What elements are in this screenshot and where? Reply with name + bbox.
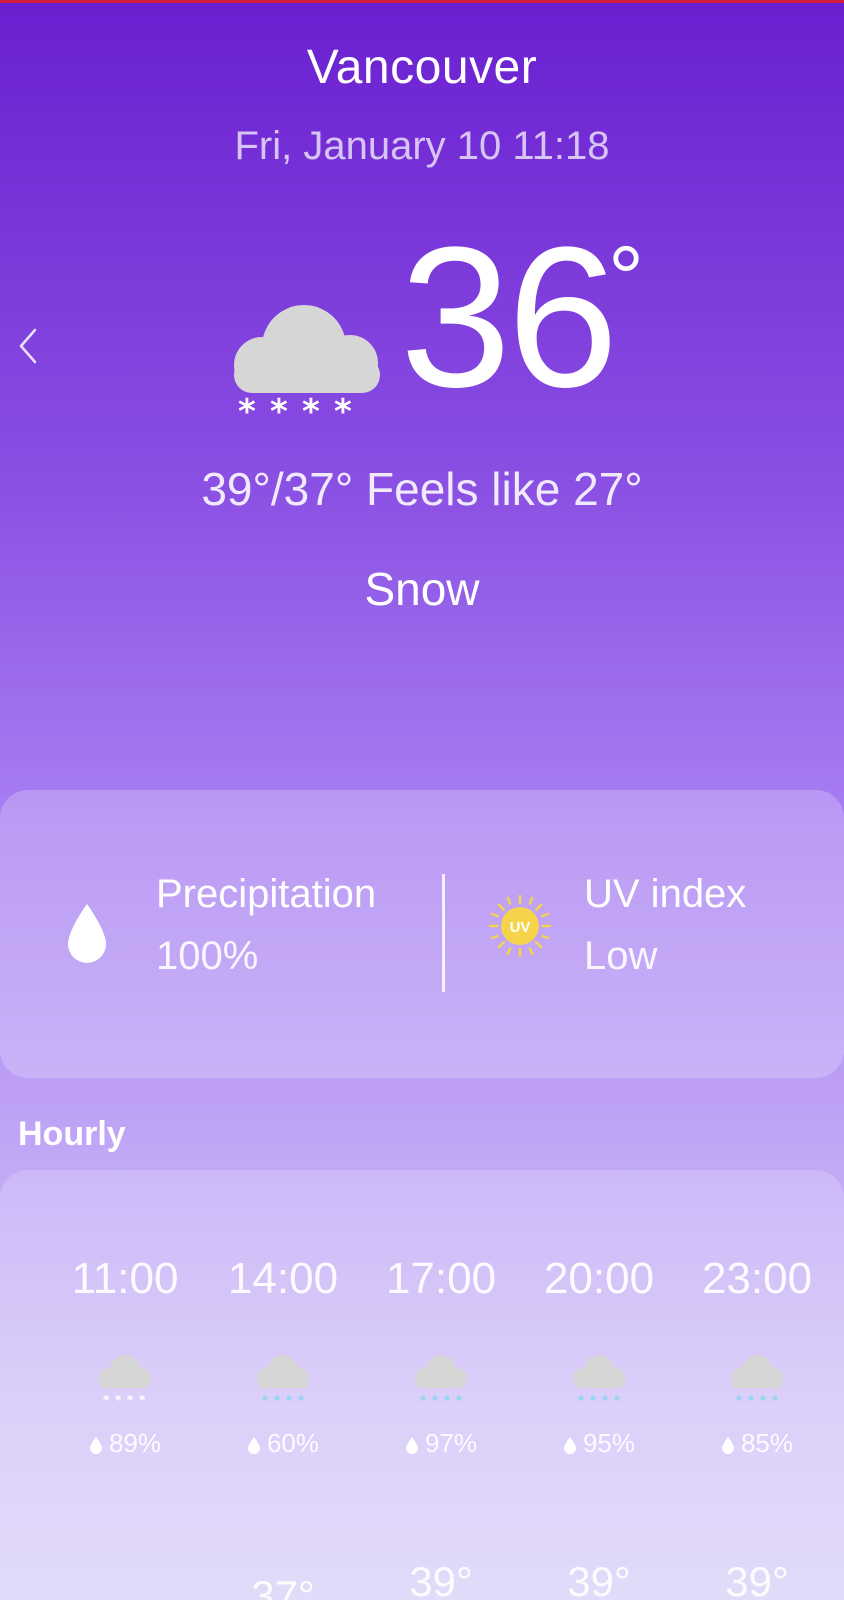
hour-precipitation-value: 60%: [266, 1428, 320, 1458]
date-time: Fri, January 10 11:18: [234, 124, 610, 168]
raindrop-icon: [721, 1437, 734, 1454]
degree-symbol: °: [608, 229, 644, 329]
hourly-section-title: Hourly: [18, 1115, 126, 1153]
hour-precipitation-value: 85%: [740, 1428, 794, 1458]
previous-location-button[interactable]: [8, 322, 48, 370]
hour-precipitation-value: 97%: [424, 1428, 478, 1458]
hourly-item: 20:00 95% 39°: [524, 1170, 674, 1600]
svg-text:*: *: [115, 1393, 122, 1406]
current-temperature: 36: [400, 206, 618, 429]
svg-text:*: *: [270, 392, 288, 425]
snow-cloud-icon: * * * *: [234, 305, 380, 425]
hour-time: 17:00: [385, 1254, 497, 1303]
hourly-item: 11:00 * * * * 89%: [50, 1170, 200, 1600]
svg-text:*: *: [334, 392, 352, 425]
rain-cloud-icon: [415, 1355, 467, 1401]
status-accent-bar: [0, 0, 844, 3]
hourly-item: 23:00 85% 39°: [682, 1170, 832, 1600]
svg-text:*: *: [127, 1393, 134, 1406]
weather-condition: Snow: [364, 563, 480, 615]
uv-icon-text: UV: [510, 919, 531, 936]
hour-precipitation: 89%: [50, 1428, 200, 1459]
hour-temperature: 37°: [251, 1572, 315, 1600]
raindrop-icon: [247, 1437, 260, 1454]
hour-precipitation: 97%: [366, 1428, 516, 1459]
hour-time: 11:00: [71, 1254, 179, 1303]
details-card: Precipitation 100% UV UV index Low: [0, 790, 844, 1078]
svg-text:*: *: [302, 392, 320, 425]
hour-precipitation: 60%: [208, 1428, 358, 1459]
weather-screen: Vancouver Fri, January 10 11:18 * * * * …: [0, 0, 844, 1600]
hourly-item: 14:00 60% 37°: [208, 1170, 358, 1600]
rain-cloud-icon: [257, 1355, 309, 1401]
details-divider: [442, 874, 445, 992]
precipitation-label: Precipitation: [156, 872, 377, 916]
hour-time: 20:00: [543, 1254, 655, 1303]
uv-index-label: UV index: [584, 872, 747, 916]
uv-sun-icon: UV: [488, 894, 552, 958]
chevron-left-icon: [19, 328, 37, 364]
hour-time: 23:00: [701, 1254, 813, 1303]
svg-text:*: *: [103, 1393, 110, 1406]
raindrop-icon: [563, 1437, 576, 1454]
rain-cloud-icon: [573, 1355, 625, 1401]
precipitation-value: 100%: [156, 934, 259, 978]
hourly-item: 17:00 97% 39°: [366, 1170, 516, 1600]
uv-index-value: Low: [584, 934, 658, 978]
temperature-range-feels-like: 39°/37° Feels like 27°: [201, 463, 643, 515]
hour-temperature: 39°: [725, 1558, 789, 1600]
snow-cloud-icon: * * * *: [99, 1355, 151, 1406]
raindrop-icon: [405, 1437, 418, 1454]
rain-cloud-icon: [731, 1355, 783, 1401]
raindrop-icon: [89, 1437, 102, 1454]
hour-temperature: 39°: [567, 1558, 631, 1600]
hour-time: 14:00: [227, 1254, 339, 1303]
hour-precipitation: 85%: [682, 1428, 832, 1459]
city-name: Vancouver: [306, 41, 538, 94]
raindrop-icon: [68, 904, 106, 963]
hour-precipitation-value: 89%: [108, 1428, 162, 1458]
svg-text:*: *: [139, 1393, 146, 1406]
hour-precipitation-value: 95%: [582, 1428, 636, 1458]
hour-precipitation: 95%: [524, 1428, 674, 1459]
hourly-forecast-list[interactable]: 11:00 * * * * 89% 14:00 60% 37° 17:00 97…: [0, 1170, 844, 1600]
hour-temperature: 39°: [409, 1558, 473, 1600]
svg-text:*: *: [238, 392, 256, 425]
